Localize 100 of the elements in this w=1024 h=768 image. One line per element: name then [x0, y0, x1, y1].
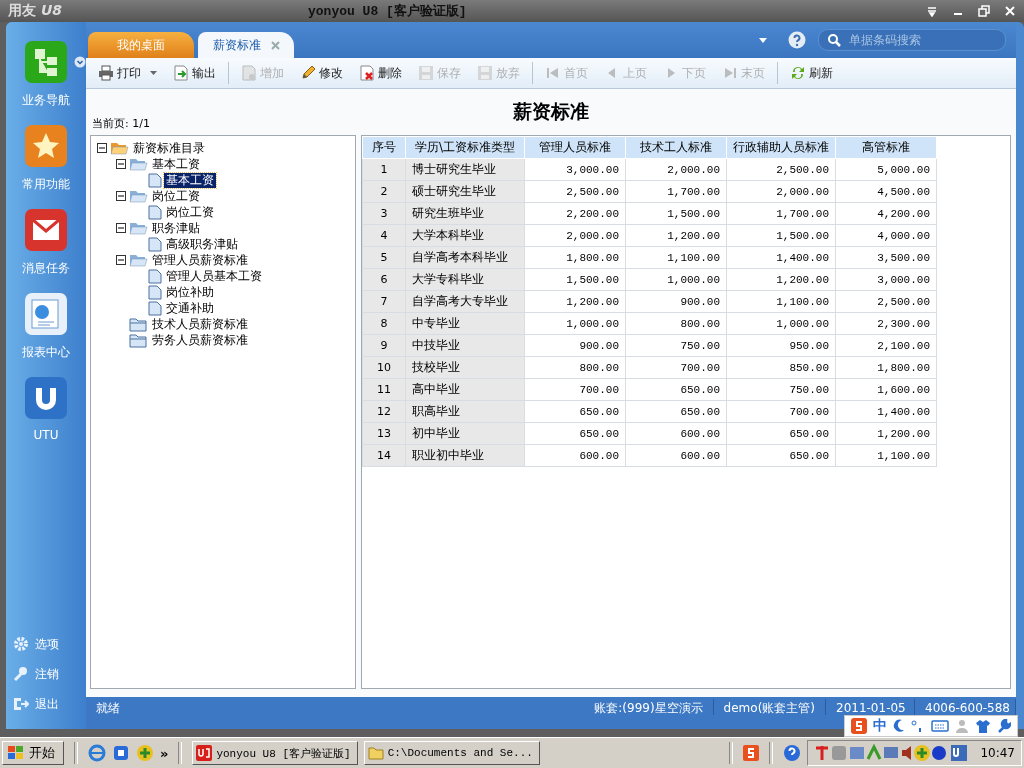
collapse-icon[interactable]	[97, 142, 108, 154]
tree-item[interactable]: 高级职务津贴	[164, 236, 240, 252]
table-cell: 950.00	[726, 334, 836, 357]
table-cell: 1,500.00	[726, 224, 836, 247]
tree-item[interactable]: 交通补助	[164, 300, 216, 316]
input-mode-toggle[interactable]: 中	[873, 717, 887, 735]
column-header[interactable]: 学历\工资标准类型	[405, 136, 525, 159]
document-icon	[148, 284, 162, 300]
wrench-icon[interactable]	[997, 719, 1011, 733]
window-title: yonyou U8 [客户验证版]	[308, 2, 468, 20]
search-input[interactable]: 单据条码搜索	[847, 32, 981, 48]
input-method-icon[interactable]	[743, 745, 760, 761]
status-field: demo(账套主管)	[713, 699, 826, 715]
table-cell: 4	[362, 224, 406, 247]
report-icon	[24, 292, 68, 336]
start-button[interactable]: 开始	[2, 741, 64, 765]
table-cell: 700.00	[524, 378, 626, 401]
add-document-icon	[241, 65, 257, 81]
help-icon[interactable]	[783, 744, 802, 762]
folder-tree-icon	[24, 40, 68, 84]
table-cell: 650.00	[524, 422, 626, 445]
more-button[interactable]: »	[160, 745, 169, 761]
tree-item[interactable]: 岗位工资	[150, 188, 202, 204]
u8-tray-icon[interactable]	[950, 744, 969, 762]
tree-item[interactable]: 薪资标准目录	[131, 140, 207, 156]
shirt-icon[interactable]	[975, 719, 991, 733]
table-cell: 850.00	[726, 356, 836, 379]
tree-item[interactable]: 岗位工资	[164, 204, 216, 220]
table-cell: 1,400.00	[726, 246, 836, 269]
table-cell: 3,000.00	[835, 268, 937, 291]
plus-circle-icon[interactable]	[136, 744, 154, 762]
key-icon	[13, 666, 29, 682]
column-header[interactable]: 技术工人标准	[625, 136, 727, 159]
collapse-icon[interactable]	[116, 158, 127, 170]
last-page-icon	[722, 65, 738, 81]
table-cell: 1	[362, 158, 406, 181]
table-cell: 2,100.00	[835, 334, 937, 357]
table-cell: 1,100.00	[625, 246, 727, 269]
status-field: 就绪	[86, 699, 585, 715]
table-cell: 1,500.00	[625, 202, 727, 225]
table-cell: 2,000.00	[625, 158, 727, 181]
collapse-icon[interactable]	[116, 222, 127, 234]
search-field[interactable]: 单据条码搜索	[818, 29, 1006, 51]
caret-icon[interactable]	[150, 71, 157, 75]
print-button[interactable]: 打印	[90, 61, 165, 85]
tree-item[interactable]: 劳务人员薪资标准	[150, 332, 250, 348]
tree-item[interactable]: 岗位补助	[164, 284, 216, 300]
table-cell: 1,600.00	[835, 378, 937, 401]
table-cell: 1,700.00	[726, 202, 836, 225]
table-cell: 2,500.00	[524, 180, 626, 203]
table-cell: 13	[362, 422, 406, 445]
table-cell: 1,400.00	[835, 400, 937, 423]
desktop-icon[interactable]	[112, 744, 130, 762]
tree-item[interactable]: 管理人员薪资标准	[150, 252, 250, 268]
input-method-icon[interactable]	[851, 718, 867, 734]
menu-icon[interactable]	[926, 5, 938, 17]
keyboard-icon[interactable]	[931, 719, 949, 733]
utu-logo-icon	[24, 376, 68, 420]
app-icon	[196, 745, 213, 761]
dropdown-icon[interactable]	[74, 56, 86, 68]
edit-button[interactable]: 修改	[292, 61, 351, 85]
collapse-icon[interactable]	[116, 190, 127, 202]
tree-item[interactable]: 技术人员薪资标准	[150, 316, 250, 332]
taskbar-button[interactable]: C:\Documents and Se...	[363, 741, 540, 765]
help-icon[interactable]	[788, 31, 806, 49]
column-header[interactable]: 序号	[362, 136, 406, 159]
table-cell: 1,000.00	[625, 268, 727, 291]
collapse-icon[interactable]	[116, 254, 127, 266]
moon-icon[interactable]	[893, 719, 905, 733]
table-cell: 750.00	[625, 334, 727, 357]
delete-button[interactable]: 删除	[351, 61, 410, 85]
table-cell: 5,000.00	[835, 158, 937, 181]
table-cell: 1,800.00	[835, 356, 937, 379]
tree-item[interactable]: 职务津贴	[150, 220, 202, 236]
restore-icon[interactable]	[978, 5, 990, 17]
table-cell: 650.00	[625, 400, 727, 423]
table-cell: 4,500.00	[835, 180, 937, 203]
table-cell: 800.00	[524, 356, 626, 379]
table-cell: 900.00	[625, 290, 727, 313]
tree-item[interactable]: 基本工资	[150, 156, 202, 172]
taskbar-button[interactable]: yonyou U8 [客户验证版]	[192, 741, 358, 765]
tray-icons-drawing[interactable]	[814, 744, 947, 762]
column-header[interactable]: 管理人员标准	[524, 136, 626, 159]
tree-item[interactable]: 管理人员基本工资	[164, 268, 264, 284]
column-header[interactable]: 高管标准	[835, 136, 937, 159]
envelope-icon	[24, 208, 68, 252]
export-button[interactable]: 输出	[165, 61, 224, 85]
refresh-button[interactable]: 刷新	[782, 61, 841, 85]
table-cell: 600.00	[625, 444, 727, 467]
table-cell: 1,200.00	[726, 268, 836, 291]
table-cell: 2,000.00	[524, 224, 626, 247]
browser-icon[interactable]	[88, 744, 106, 762]
dropdown-icon[interactable]	[758, 36, 768, 44]
document-icon	[148, 268, 162, 284]
tree-item[interactable]: 基本工资	[164, 172, 216, 188]
tab[interactable]: 薪资标准	[198, 32, 294, 58]
table-cell: 1,700.00	[625, 180, 727, 203]
table-cell: 1,100.00	[726, 290, 836, 313]
column-header[interactable]: 行政辅助人员标准	[726, 136, 836, 159]
open-folder-icon	[129, 188, 148, 204]
